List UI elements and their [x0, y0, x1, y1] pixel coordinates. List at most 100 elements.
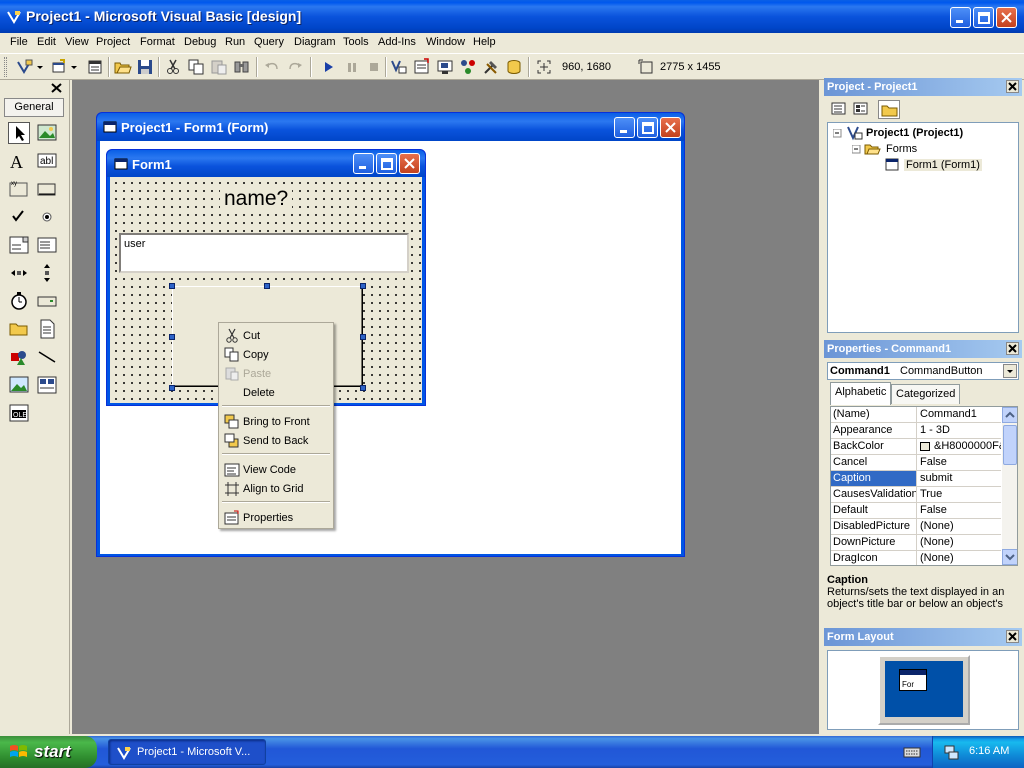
object-browser-icon[interactable] — [459, 58, 477, 76]
dropdown-arrow-icon[interactable] — [36, 58, 44, 76]
property-row[interactable]: DisabledPicture (None) — [831, 519, 1001, 535]
resize-handle[interactable] — [360, 385, 366, 391]
toolbox-icon[interactable] — [482, 58, 500, 76]
menu-query[interactable]: Query — [254, 36, 284, 48]
menu-diagram[interactable]: Diagram — [294, 36, 336, 48]
combobox-tool[interactable] — [8, 234, 30, 256]
close-button[interactable] — [996, 7, 1017, 28]
scroll-down-button[interactable] — [1002, 549, 1017, 565]
line-tool[interactable] — [36, 346, 58, 368]
view-code-icon[interactable] — [830, 101, 848, 117]
user-textbox[interactable]: user — [119, 233, 409, 273]
form-position-preview[interactable]: For — [899, 669, 927, 691]
designer-close-button[interactable] — [660, 117, 681, 138]
toolbar-grip[interactable] — [4, 57, 7, 77]
property-row[interactable]: DownPicture (None) — [831, 535, 1001, 551]
listbox-tool[interactable] — [36, 234, 58, 256]
shape-tool[interactable] — [8, 346, 30, 368]
property-row[interactable]: CausesValidation True — [831, 487, 1001, 503]
property-row[interactable]: (Name) Command1 — [831, 407, 1001, 423]
menu-window[interactable]: Window — [426, 36, 465, 48]
data-view-icon[interactable] — [505, 58, 523, 76]
resize-handle[interactable] — [169, 385, 175, 391]
combo-dropdown-button[interactable] — [1003, 364, 1017, 378]
project-explorer-icon[interactable] — [390, 58, 408, 76]
find-icon[interactable] — [233, 58, 251, 76]
timer-tool[interactable] — [8, 290, 30, 312]
picturebox-tool[interactable] — [36, 122, 58, 144]
save-icon[interactable] — [136, 58, 154, 76]
property-row-selected[interactable]: Caption submit — [831, 471, 1001, 487]
close-icon[interactable] — [50, 82, 63, 94]
form-layout-title-bar[interactable]: Form Layout — [824, 628, 1022, 646]
context-menu-align-to-grid[interactable]: Align to Grid — [219, 479, 333, 498]
collapse-icon[interactable] — [833, 129, 842, 138]
taskbar-button-vb[interactable]: Project1 - Microsoft V... — [108, 739, 266, 765]
minimize-button[interactable] — [950, 7, 971, 28]
drivelistbox-tool[interactable] — [36, 290, 58, 312]
form-layout-close-button[interactable] — [1006, 630, 1019, 643]
menu-help[interactable]: Help — [473, 36, 496, 48]
open-folder-icon[interactable] — [114, 58, 132, 76]
clock[interactable]: 6:16 AM — [969, 745, 1009, 757]
commandbutton-tool[interactable] — [36, 178, 58, 200]
menu-add-ins[interactable]: Add-Ins — [378, 36, 416, 48]
network-icon[interactable] — [943, 744, 959, 760]
vscrollbar-tool[interactable] — [36, 262, 58, 284]
tree-form1-node[interactable]: Form1 (Form1) — [904, 159, 982, 171]
add-form-icon[interactable] — [50, 58, 68, 76]
project-explorer-close-button[interactable] — [1006, 80, 1019, 93]
menu-run[interactable]: Run — [225, 36, 245, 48]
ole-tool[interactable]: OLE — [8, 402, 30, 424]
scroll-up-button[interactable] — [1002, 407, 1017, 423]
object-selector-combo[interactable]: Command1 CommandButton — [827, 362, 1019, 380]
resize-handle[interactable] — [169, 283, 175, 289]
toggle-folders-button[interactable] — [878, 100, 900, 119]
property-value[interactable]: False — [918, 455, 1001, 470]
menu-tools[interactable]: Tools — [343, 36, 369, 48]
context-menu-cut[interactable]: Cut — [219, 326, 333, 345]
resize-handle[interactable] — [169, 334, 175, 340]
toolbox-general-tab[interactable]: General — [4, 98, 64, 117]
checkbox-tool[interactable] — [8, 206, 30, 228]
menu-file[interactable]: File — [10, 36, 28, 48]
menu-project[interactable]: Project — [96, 36, 130, 48]
context-menu-bring-to-front[interactable]: Bring to Front — [219, 412, 333, 431]
resize-handle[interactable] — [264, 283, 270, 289]
designer-minimize-button[interactable] — [614, 117, 635, 138]
main-title-bar[interactable]: Project1 - Microsoft Visual Basic [desig… — [0, 0, 1024, 33]
add-project-icon[interactable] — [16, 58, 34, 76]
property-value[interactable]: False — [918, 503, 1001, 518]
image-tool[interactable] — [8, 374, 30, 396]
property-grid-scrollbar[interactable] — [1002, 407, 1017, 565]
property-row[interactable]: Cancel False — [831, 455, 1001, 471]
properties-close-button[interactable] — [1006, 342, 1019, 355]
form1-maximize-button[interactable] — [376, 153, 397, 174]
context-menu-view-code[interactable]: View Code — [219, 460, 333, 479]
property-value[interactable]: submit — [918, 471, 1001, 486]
context-menu-properties[interactable]: Properties — [219, 508, 333, 527]
property-value[interactable]: True — [918, 487, 1001, 502]
property-row[interactable]: Appearance 1 - 3D — [831, 423, 1001, 439]
resize-handle[interactable] — [360, 334, 366, 340]
textbox-tool[interactable]: abl — [36, 150, 58, 172]
scroll-thumb[interactable] — [1003, 425, 1017, 465]
collapse-icon[interactable] — [852, 145, 861, 154]
optionbutton-tool[interactable] — [36, 206, 58, 228]
pointer-tool[interactable] — [8, 122, 30, 144]
menu-editor-icon[interactable] — [86, 58, 104, 76]
designer-maximize-button[interactable] — [637, 117, 658, 138]
form-layout-icon[interactable] — [436, 58, 454, 76]
hscrollbar-tool[interactable] — [8, 262, 30, 284]
context-menu-delete[interactable]: Delete — [219, 383, 333, 402]
data-tool[interactable] — [36, 374, 58, 396]
properties-title-bar[interactable]: Properties - Command1 — [824, 340, 1022, 358]
start-button[interactable]: start — [0, 736, 97, 768]
property-value[interactable]: Command1 — [918, 407, 1001, 422]
label-tool[interactable]: A — [8, 150, 30, 172]
property-row[interactable]: BackColor &H8000000F& — [831, 439, 1001, 455]
dropdown-arrow-icon[interactable] — [70, 58, 78, 76]
copy-icon[interactable] — [187, 58, 205, 76]
keyboard-icon[interactable] — [903, 745, 921, 759]
tab-alphabetic[interactable]: Alphabetic — [830, 382, 892, 405]
